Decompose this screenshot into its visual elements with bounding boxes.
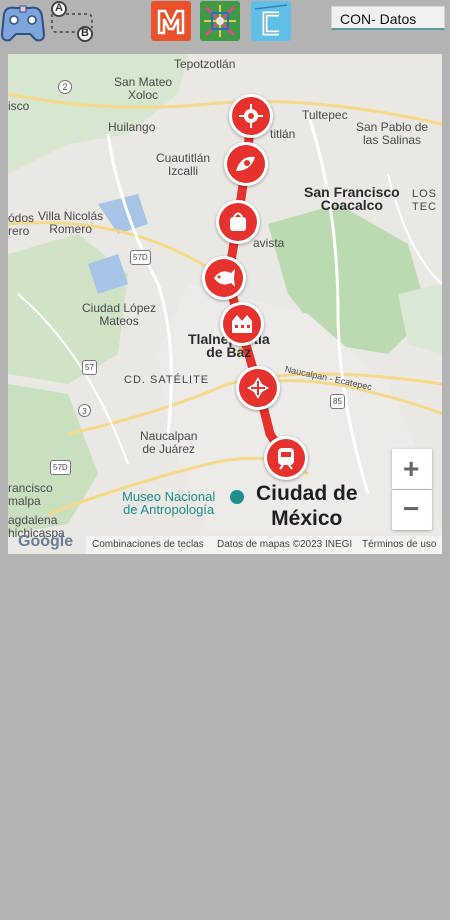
map-label-cuautitlan: titlán (270, 127, 296, 141)
map-label-satelite: CD. SATÉLITE (124, 374, 210, 386)
zoom-in-label: + (403, 453, 420, 484)
google-logo-text: Google (18, 533, 74, 550)
zoom-out-label: − (403, 493, 420, 524)
zoom-in-button[interactable]: + (392, 449, 432, 489)
cablebus-icon[interactable] (251, 1, 291, 41)
logo-letter-a: A (55, 2, 63, 14)
map-label-route-57d-south: 57D (50, 460, 71, 475)
map-label-cuautitlan-izcalli: Cuautitlán Izcalli (156, 151, 211, 178)
station-marker-5[interactable] (220, 302, 264, 346)
metro-icon[interactable] (151, 1, 191, 41)
fish-icon (214, 269, 235, 287)
map-label-route-57d: 57D (130, 250, 151, 265)
eye-icon (236, 156, 255, 171)
map-label-san-mateo: San Mateo Xoloc (114, 75, 173, 102)
cross-icon (247, 377, 269, 399)
station-marker-2[interactable] (224, 142, 268, 186)
keyboard-shortcuts-link[interactable]: Combinaciones de teclas (92, 539, 204, 550)
map-label-ciudad-lopez: Ciudad López Mateos (82, 301, 157, 328)
train-icon (278, 448, 294, 470)
map-label-museo: Museo Nacional de Antropología (122, 489, 216, 517)
museum-pin-icon (230, 490, 244, 504)
map-view[interactable]: Tepotzotlán 2 San Mateo Xoloc isco Tulte… (8, 54, 442, 554)
station-marker-1[interactable] (229, 94, 273, 138)
app-logo-gamepad-icon: A B (0, 0, 96, 46)
map-label-cdmx: Ciudad de México (256, 482, 358, 530)
map-label-route-57: 57 (82, 360, 97, 375)
station-marker-4[interactable] (202, 256, 246, 300)
map-label-route-3: 3 (78, 404, 91, 417)
map-label-san-francisco: San Francisco Coacalco (304, 184, 400, 213)
map-label-tultepec: Tultepec (302, 108, 348, 122)
map-label-isco: isco (8, 99, 30, 113)
bag-icon (230, 212, 246, 231)
map-data-text: Datos de mapas ©2023 INEGI (217, 539, 353, 550)
logo-letter-b: B (81, 27, 89, 39)
map-attribution-bar: Combinaciones de teclas Datos de mapas ©… (86, 536, 442, 554)
map-label-villa-nicolas: Villa Nicolás Romero (38, 209, 104, 236)
map-label-los-tec: LOS TEC (412, 188, 438, 213)
data-select-dropdown[interactable]: CON- Datos (331, 6, 445, 30)
map-label-san-pablo: San Pablo de las Salinas (356, 120, 429, 147)
station-marker-7[interactable] (264, 436, 308, 480)
station-marker-3[interactable] (216, 200, 260, 244)
terms-link[interactable]: Términos de uso (362, 539, 436, 550)
factory-icon (232, 315, 252, 333)
compass-icon (239, 104, 263, 128)
zoom-out-button[interactable]: − (392, 490, 432, 530)
data-select-value: CON- Datos (340, 11, 417, 27)
map-label-francisco: rancisco malpa (8, 481, 53, 508)
station-marker-6[interactable] (236, 366, 280, 410)
map-label-tepotzotlan: Tepotzotlán (174, 57, 236, 71)
map-label-route-85: 85 (330, 394, 345, 409)
map-label-chiluca: avista (253, 236, 285, 250)
google-logo[interactable]: Google (18, 533, 73, 551)
map-label-ods: ódos rero (8, 211, 35, 238)
top-bar: A B CON- Datos (0, 0, 450, 48)
metrobus-icon[interactable] (200, 1, 240, 41)
map-label-naucalpan: Naucalpan de Juárez (140, 429, 198, 456)
map-label-route-2: 2 (58, 80, 72, 94)
map-label-huilango: Huilango (108, 120, 156, 134)
